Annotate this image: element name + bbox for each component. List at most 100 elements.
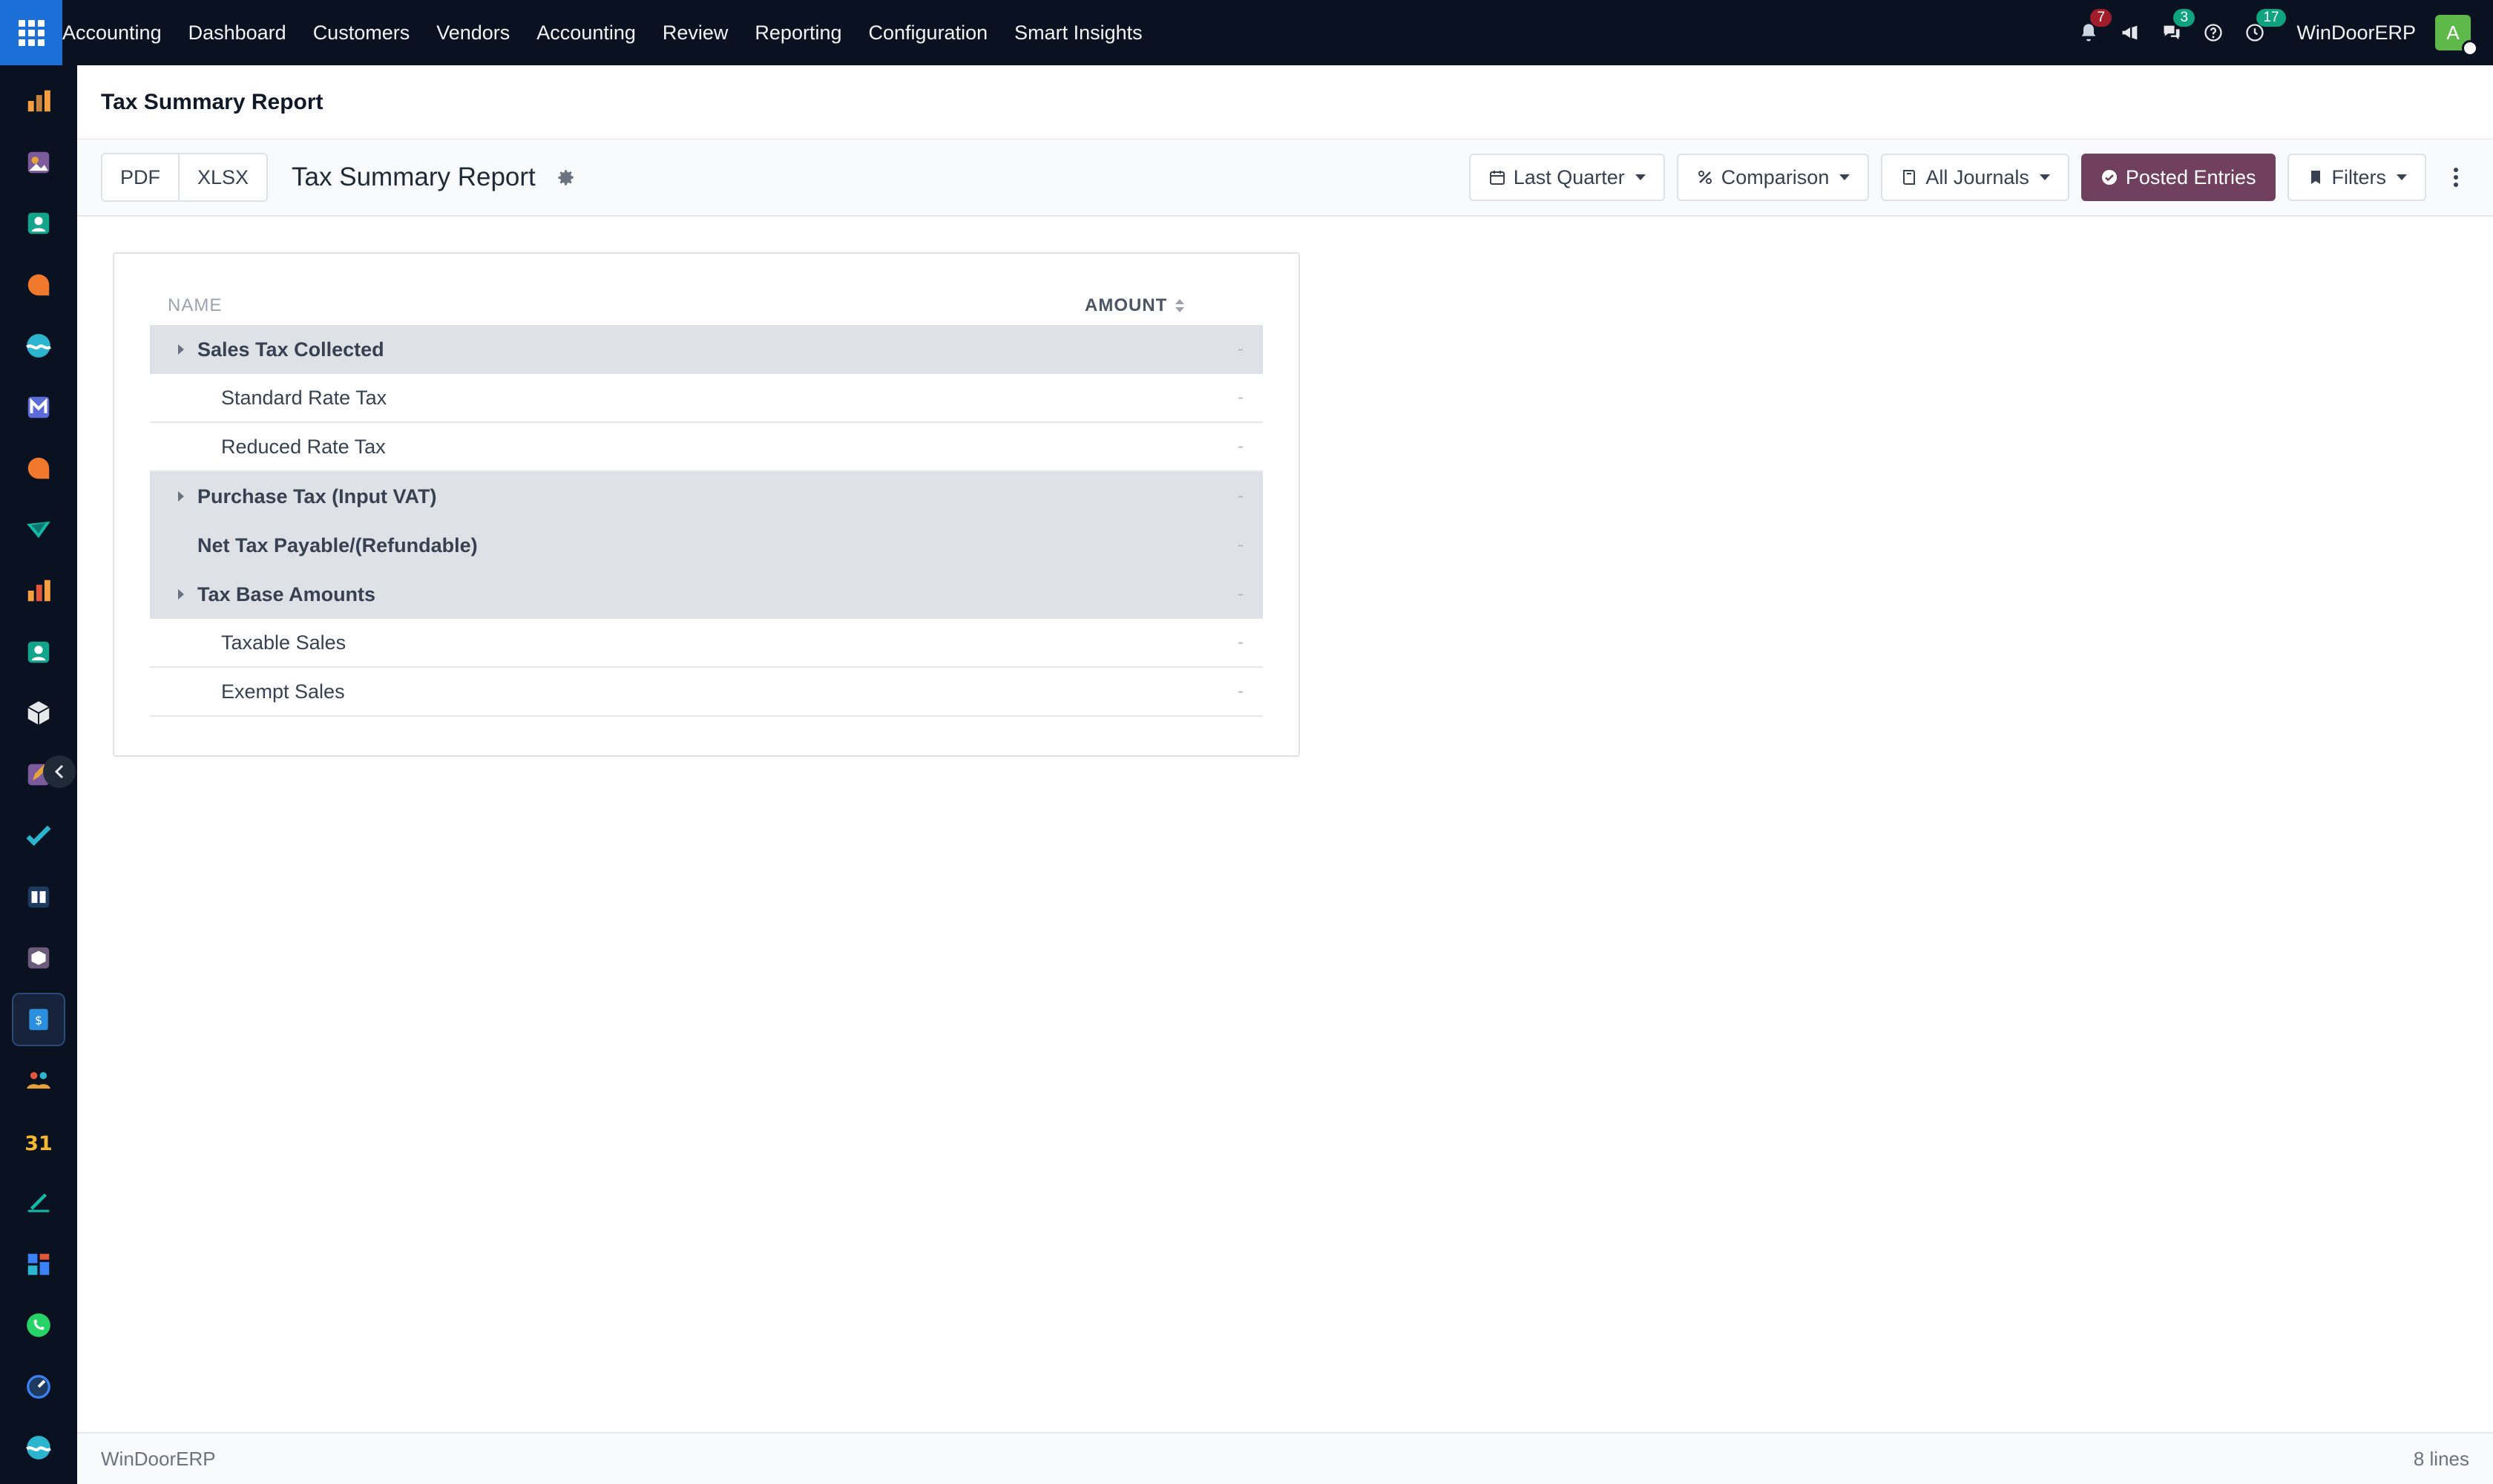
posted-entries-button[interactable]: Posted Entries [2080, 154, 2276, 201]
bookmark-icon [2310, 171, 2320, 184]
sidebar-app-dashboard-tiles[interactable] [12, 1238, 65, 1291]
menu-reporting[interactable]: Reporting [741, 0, 855, 65]
journals-label: All Journals [1925, 165, 2029, 188]
chevron-down-icon [1839, 174, 1850, 180]
megaphone-icon [2122, 25, 2138, 40]
chevron-left-icon [54, 764, 64, 779]
wave-app-icon [25, 1436, 52, 1460]
discuss-icon [27, 274, 50, 295]
notifications-button[interactable]: 7 [2071, 0, 2112, 65]
journals-button[interactable]: All Journals [1881, 154, 2069, 201]
report-toolbar: PDF XLSX Tax Summary Report Last Quarter… [77, 139, 2493, 217]
sidebar-app-photo-app[interactable] [12, 136, 65, 189]
date-filter-button[interactable]: Last Quarter [1468, 154, 1665, 201]
report-section-row[interactable]: Tax Base Amounts - [150, 570, 1263, 619]
activities-badge: 17 [2256, 9, 2286, 27]
report-section-row[interactable]: Sales Tax Collected - [150, 325, 1263, 374]
sidebar-app-calendar-31[interactable]: 31 [12, 1115, 65, 1169]
sidebar-app-wave-app[interactable] [12, 319, 65, 372]
app-menu-button[interactable] [0, 0, 62, 65]
export-pdf-button[interactable]: PDF [102, 154, 178, 200]
report-line-row: Reduced Rate Tax - [150, 423, 1263, 472]
row-label: Reduced Rate Tax [221, 435, 386, 458]
sidebar-app-inventory[interactable] [12, 931, 65, 985]
sidebar-app-mail-app[interactable] [12, 381, 65, 434]
messages-badge: 3 [2173, 9, 2195, 27]
sidebar-app-sign[interactable] [12, 1176, 65, 1229]
gear-icon[interactable] [556, 168, 576, 187]
sidebar-app-knowledge[interactable] [12, 870, 65, 924]
more-options-button[interactable] [2441, 154, 2471, 201]
export-buttons: PDF XLSX [101, 153, 269, 202]
sidebar-app-whatsapp[interactable] [12, 1298, 65, 1352]
menu-configuration[interactable]: Configuration [855, 0, 1002, 65]
announcements-button[interactable] [2112, 0, 2148, 65]
inventory-icon [27, 947, 50, 969]
status-footer: WinDoorERP 8 lines [77, 1432, 2493, 1484]
systray: 7 3 17 WinDoorERP A [2068, 0, 2493, 65]
sidebar-app-discuss[interactable] [12, 258, 65, 312]
menu-smart-insights[interactable]: Smart Insights [1001, 0, 1156, 65]
sidebar-app-team[interactable] [12, 1054, 65, 1107]
report-section-row[interactable]: Purchase Tax (Input VAT) - [150, 472, 1263, 521]
sort-icon [1175, 299, 1185, 312]
calendar-31-icon: 31 [24, 1132, 52, 1155]
team-icon [27, 1071, 50, 1089]
sidebar-app-invoicing[interactable]: $ [12, 992, 65, 1046]
svg-text:31: 31 [24, 1132, 52, 1155]
caret-right-icon[interactable] [178, 344, 184, 355]
row-label: Net Tax Payable/(Refundable) [197, 533, 478, 556]
report-line-row: Taxable Sales - [150, 619, 1263, 668]
menu-vendors[interactable]: Vendors [423, 0, 523, 65]
date-filter-label: Last Quarter [1513, 165, 1625, 188]
activities-button[interactable]: 17 [2237, 0, 2286, 65]
amount-column-label: AMOUNT [1085, 295, 1168, 315]
percent-icon [1698, 171, 1712, 184]
report-card: NAME AMOUNT Sales Tax Collected - Standard… [113, 252, 1300, 757]
row-amount: - [1238, 436, 1244, 456]
dashboard-tiles-icon [27, 1253, 50, 1275]
amount-column-header[interactable]: AMOUNT [1085, 295, 1185, 316]
sidebar-collapse-button[interactable] [43, 755, 76, 788]
footer-line-count: 8 lines [2413, 1447, 2469, 1470]
sidebar-app-project-check[interactable] [12, 809, 65, 862]
caret-right-icon[interactable] [178, 491, 184, 502]
sidebar-app-bar-chart[interactable] [12, 74, 65, 128]
sidebar-app-checkmark-app[interactable] [12, 503, 65, 556]
notifications-badge: 7 [2090, 9, 2112, 27]
project-check-icon [26, 825, 51, 846]
menu-dashboard[interactable]: Dashboard [175, 0, 300, 65]
help-button[interactable] [2195, 0, 2231, 65]
sidebar-app-contacts[interactable] [12, 197, 65, 250]
menu-review[interactable]: Review [649, 0, 742, 65]
posted-entries-label: Posted Entries [2125, 165, 2256, 188]
row-amount: - [1238, 387, 1244, 407]
sidebar-app-sales-chart[interactable] [12, 564, 65, 617]
company-switcher[interactable]: WinDoorERP [2296, 22, 2416, 45]
user-avatar[interactable]: A [2435, 15, 2478, 56]
comparison-button[interactable]: Comparison [1676, 154, 1870, 201]
report-name: Tax Summary Report [292, 162, 536, 191]
filters-button[interactable]: Filters [2287, 154, 2426, 201]
sidebar-app-timer[interactable] [12, 1360, 65, 1414]
export-xlsx-button[interactable]: XLSX [178, 154, 267, 200]
menu-brand[interactable]: Accounting [62, 0, 175, 65]
comparison-label: Comparison [1721, 165, 1830, 188]
sidebar-app-employees[interactable] [12, 626, 65, 679]
row-amount: - [1238, 486, 1244, 506]
sidebar-app-wave-app[interactable] [12, 1421, 65, 1474]
messages-button[interactable]: 3 [2154, 0, 2195, 65]
row-label: Sales Tax Collected [197, 338, 384, 361]
sidebar-app-chat-app[interactable] [12, 441, 65, 495]
caret-right-icon[interactable] [178, 589, 184, 600]
breadcrumb: Tax Summary Report [77, 65, 2493, 139]
sidebar-app-cube[interactable] [12, 686, 65, 740]
checkmark-app-icon [27, 521, 50, 538]
menu-customers[interactable]: Customers [300, 0, 424, 65]
chat-app-icon [27, 457, 50, 479]
row-label: Taxable Sales [221, 631, 346, 654]
menu-accounting[interactable]: Accounting [523, 0, 649, 65]
report-filters: Last Quarter Comparison All Journals Pos… [1468, 154, 2426, 201]
name-column-header: NAME [168, 295, 223, 315]
row-amount: - [1238, 339, 1244, 359]
